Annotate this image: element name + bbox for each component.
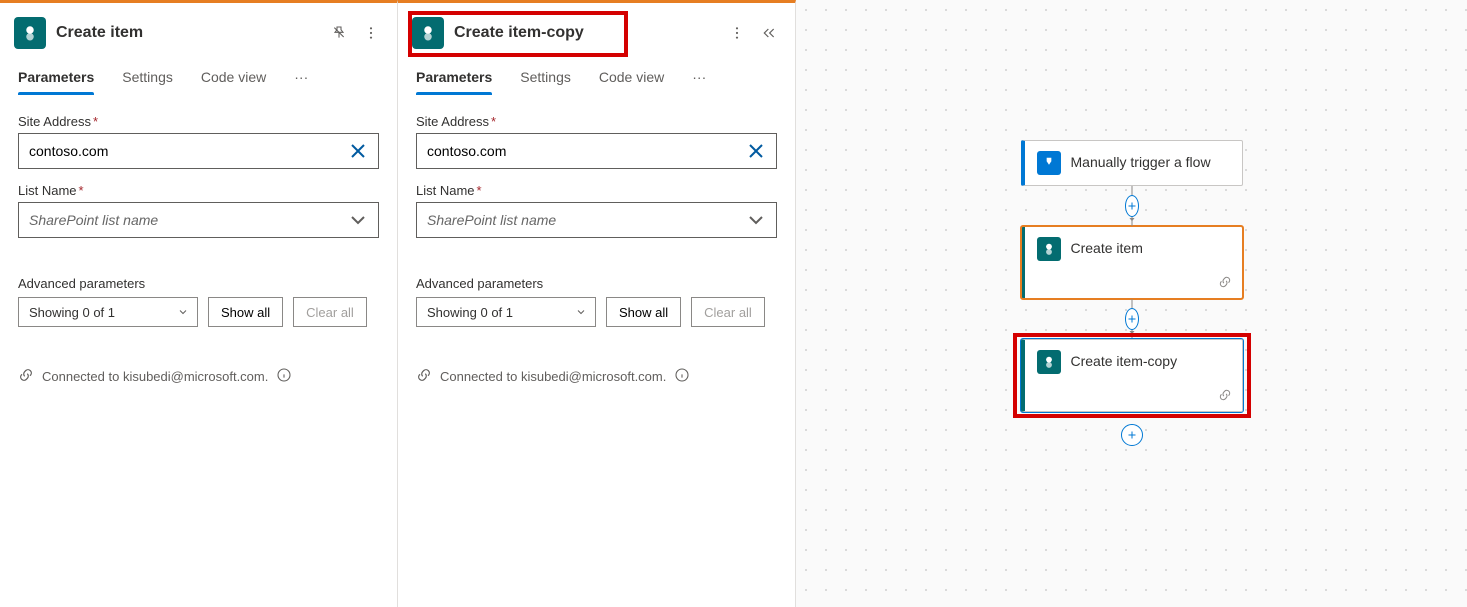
advanced-parameters: Advanced parameters Showing 0 of 1 Show … (416, 276, 777, 327)
node-footer (1025, 271, 1242, 298)
show-all-button[interactable]: Show all (208, 297, 283, 327)
site-address-label: Site Address* (18, 114, 379, 129)
add-step-button[interactable] (1121, 424, 1143, 446)
advanced-showing-combo[interactable]: Showing 0 of 1 (416, 297, 596, 327)
field-site-address: Site Address* (416, 114, 777, 169)
clear-all-button: Clear all (691, 297, 765, 327)
chevron-down-icon[interactable] (744, 208, 768, 232)
node-footer (1025, 384, 1242, 411)
list-name-placeholder: SharePoint list name (427, 212, 744, 228)
sharepoint-icon (14, 17, 46, 49)
node-create-item-copy[interactable]: Create item-copy (1021, 339, 1243, 412)
more-button[interactable] (359, 21, 383, 45)
tab-settings[interactable]: Settings (122, 69, 173, 95)
tab-more[interactable]: ··· (692, 69, 706, 95)
form-body: Site Address* List Name* SharePoint list… (0, 96, 397, 345)
tab-parameters[interactable]: Parameters (416, 69, 492, 95)
tab-parameters[interactable]: Parameters (18, 69, 94, 95)
site-address-combo[interactable] (416, 133, 777, 169)
show-all-button[interactable]: Show all (606, 297, 681, 327)
link-icon (18, 367, 34, 386)
header-actions (725, 21, 781, 45)
node-label: Create item (1071, 240, 1143, 258)
node-create-item[interactable]: Create item (1021, 226, 1243, 299)
clear-icon[interactable] (744, 139, 768, 163)
field-site-address: Site Address* (18, 114, 379, 169)
panel-header: Create item (0, 3, 397, 59)
list-name-combo[interactable]: SharePoint list name (18, 202, 379, 238)
site-address-input[interactable] (29, 143, 346, 159)
tab-more[interactable]: ··· (294, 69, 308, 95)
tab-codeview[interactable]: Code view (599, 69, 664, 95)
panel-title: Create item-copy (454, 24, 715, 42)
panel-create-item: Create item Parameters Settings Code vie… (0, 0, 398, 607)
connection-row: Connected to kisubedi@microsoft.com. (0, 345, 397, 408)
connection-row: Connected to kisubedi@microsoft.com. (398, 345, 795, 408)
advanced-controls: Showing 0 of 1 Show all Clear all (18, 297, 379, 327)
flow-column: Manually trigger a flow Create item (1021, 140, 1243, 446)
panel-title: Create item (56, 24, 317, 42)
node-trigger[interactable]: Manually trigger a flow (1021, 140, 1243, 186)
advanced-parameters: Advanced parameters Showing 0 of 1 Show … (18, 276, 379, 327)
advanced-showing-text: Showing 0 of 1 (427, 305, 513, 320)
link-icon (1218, 275, 1232, 292)
advanced-label: Advanced parameters (18, 276, 379, 291)
header-actions (327, 21, 383, 45)
trigger-label: Manually trigger a flow (1071, 154, 1211, 172)
field-list-name: List Name* SharePoint list name (416, 183, 777, 238)
list-name-label: List Name* (416, 183, 777, 198)
add-step-button[interactable] (1125, 195, 1139, 217)
list-name-placeholder: SharePoint list name (29, 212, 346, 228)
more-button[interactable] (725, 21, 749, 45)
list-name-label: List Name* (18, 183, 379, 198)
tab-codeview[interactable]: Code view (201, 69, 266, 95)
advanced-controls: Showing 0 of 1 Show all Clear all (416, 297, 777, 327)
list-name-combo[interactable]: SharePoint list name (416, 202, 777, 238)
chevron-down-icon[interactable] (346, 208, 370, 232)
trigger-icon (1037, 151, 1061, 175)
clear-all-button: Clear all (293, 297, 367, 327)
flow-canvas[interactable]: Manually trigger a flow Create item (796, 0, 1467, 607)
connection-text: Connected to kisubedi@microsoft.com. (440, 369, 666, 384)
panel-header: Create item-copy (398, 3, 795, 59)
add-step-button[interactable] (1125, 308, 1139, 330)
tabs: Parameters Settings Code view ··· (398, 59, 795, 96)
form-body: Site Address* List Name* SharePoint list… (398, 96, 795, 345)
edge (1131, 186, 1133, 226)
unpin-button[interactable] (327, 21, 351, 45)
sharepoint-icon (1037, 237, 1061, 261)
advanced-label: Advanced parameters (416, 276, 777, 291)
collapse-button[interactable] (757, 21, 781, 45)
field-list-name: List Name* SharePoint list name (18, 183, 379, 238)
tabs: Parameters Settings Code view ··· (0, 59, 397, 96)
site-address-label: Site Address* (416, 114, 777, 129)
edge (1131, 299, 1133, 339)
link-icon (416, 367, 432, 386)
sharepoint-icon (1037, 350, 1061, 374)
site-address-combo[interactable] (18, 133, 379, 169)
connection-text: Connected to kisubedi@microsoft.com. (42, 369, 268, 384)
sharepoint-icon (412, 17, 444, 49)
node-label: Create item-copy (1071, 353, 1178, 371)
info-icon[interactable] (276, 367, 292, 386)
advanced-showing-combo[interactable]: Showing 0 of 1 (18, 297, 198, 327)
link-icon (1218, 388, 1232, 405)
tab-settings[interactable]: Settings (520, 69, 571, 95)
info-icon[interactable] (674, 367, 690, 386)
site-address-input[interactable] (427, 143, 744, 159)
panel-create-item-copy: Create item-copy Parameters Settings Cod… (398, 0, 796, 607)
advanced-showing-text: Showing 0 of 1 (29, 305, 115, 320)
clear-icon[interactable] (346, 139, 370, 163)
